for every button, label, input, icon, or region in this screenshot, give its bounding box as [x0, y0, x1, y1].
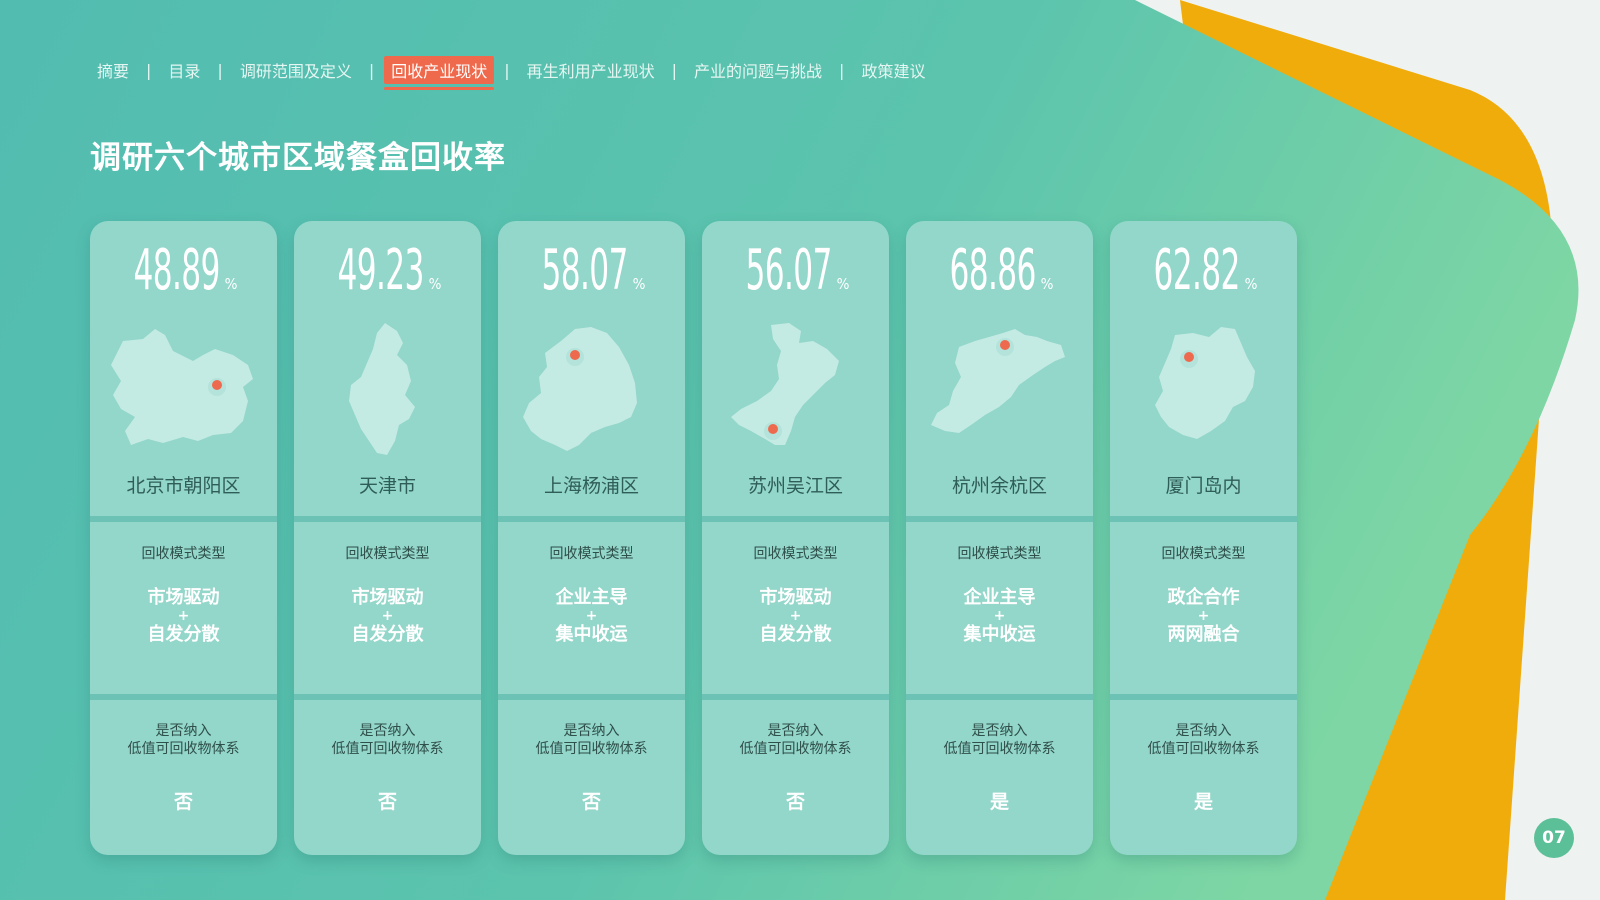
- card-system-section: 是否纳入 低值可回收物体系 否: [702, 700, 889, 855]
- included-value: 否: [581, 791, 601, 813]
- system-label: 是否纳入 低值可回收物体系: [739, 723, 852, 757]
- card-mode-section: 回收模式类型 市场驱动 + 自发分散: [702, 522, 889, 694]
- card-system-section: 是否纳入 低值可回收物体系 是: [906, 700, 1093, 855]
- nav-separator: |: [146, 60, 152, 80]
- card-rate-section: 68.86% 杭州余杭区: [906, 221, 1093, 516]
- nav-item-contents[interactable]: 目录: [161, 56, 207, 84]
- included-value: 否: [173, 791, 193, 813]
- xiamen-island-map-icon: [1155, 327, 1255, 439]
- city-card: 68.86% 杭州余杭区 回收模式类型 企业主导 + 集中收运 是否纳入 低值可回收物…: [906, 221, 1093, 855]
- city-card: 62.82% 厦门岛内 回收模式类型 政企合作 + 两网融合 是否纳入 低值可回收物体…: [1110, 221, 1297, 855]
- mode-value: 市场驱动 + 自发分散: [759, 587, 832, 645]
- card-mode-section: 回收模式类型 政企合作 + 两网融合: [1110, 522, 1297, 694]
- system-label: 是否纳入 低值可回收物体系: [1147, 723, 1260, 757]
- city-name: 杭州余杭区: [951, 475, 1047, 497]
- mode-label: 回收模式类型: [345, 546, 430, 562]
- beijing-chaoyang-map-icon: [111, 329, 253, 445]
- city-card: 49.23% 天津市 回收模式类型 市场驱动 + 自发分散 是否纳入 低值可回收物体系…: [294, 221, 481, 855]
- card-mode-section: 回收模式类型 市场驱动 + 自发分散: [90, 522, 277, 694]
- mode-value: 企业主导 + 集中收运: [963, 587, 1036, 645]
- included-value: 是: [1193, 791, 1213, 813]
- card-mode-section: 回收模式类型 市场驱动 + 自发分散: [294, 522, 481, 694]
- card-rate-section: 56.07% 苏州吴江区: [702, 221, 889, 516]
- mode-value: 政企合作 + 两网融合: [1167, 587, 1240, 645]
- system-label: 是否纳入 低值可回收物体系: [535, 723, 648, 757]
- card-system-section: 是否纳入 低值可回收物体系 否: [90, 700, 277, 855]
- included-value: 是: [989, 791, 1009, 813]
- card-system-section: 是否纳入 低值可回收物体系 是: [1110, 700, 1297, 855]
- city-card: 48.89% 北京市朝阳区 回收模式类型 市场驱动 + 自发分散 是否纳入 低值可回收…: [90, 221, 277, 855]
- nav-item-policy[interactable]: 政策建议: [854, 56, 932, 84]
- suzhou-wujiang-map-icon: [731, 323, 839, 445]
- nav-separator: |: [368, 60, 375, 80]
- mode-label: 回收模式类型: [1161, 546, 1246, 562]
- nav-separator: |: [671, 60, 678, 80]
- card-mode-section: 回收模式类型 企业主导 + 集中收运: [498, 522, 685, 694]
- nav-item-reuse-status[interactable]: 再生利用产业现状: [520, 56, 662, 84]
- recycling-rate: 58.07%: [541, 238, 646, 303]
- card-rate-section: 58.07% 上海杨浦区: [498, 221, 685, 516]
- city-name: 北京市朝阳区: [126, 475, 241, 497]
- card-system-section: 是否纳入 低值可回收物体系 否: [294, 700, 481, 855]
- page-number-badge: 07: [1534, 818, 1574, 858]
- city-name: 上海杨浦区: [543, 475, 639, 497]
- card-system-section: 是否纳入 低值可回收物体系 否: [498, 700, 685, 855]
- top-navigation: 摘要 | 目录 | 调研范围及定义 | 回收产业现状 | 再生利用产业现状 | …: [90, 56, 932, 90]
- page-title: 调研六个城市区域餐盒回收率: [90, 140, 506, 176]
- system-label: 是否纳入 低值可回收物体系: [127, 723, 240, 757]
- city-card: 58.07% 上海杨浦区 回收模式类型 企业主导 + 集中收运 是否纳入 低值可回收物…: [498, 221, 685, 855]
- card-rate-section: 48.89% 北京市朝阳区: [90, 221, 277, 516]
- nav-item-scope[interactable]: 调研范围及定义: [233, 56, 359, 84]
- mode-label: 回收模式类型: [549, 546, 634, 562]
- nav-item-problems[interactable]: 产业的问题与挑战: [687, 56, 829, 84]
- mode-label: 回收模式类型: [141, 546, 226, 562]
- included-value: 否: [377, 791, 397, 813]
- nav-separator: |: [504, 60, 510, 80]
- city-cards: 48.89% 北京市朝阳区 回收模式类型 市场驱动 + 自发分散 是否纳入 低值可回收…: [90, 221, 1297, 855]
- tianjin-map-icon: [349, 323, 415, 455]
- nav-separator: |: [217, 60, 223, 80]
- city-name: 苏州吴江区: [747, 475, 843, 497]
- shanghai-yangpu-map-icon: [523, 327, 637, 451]
- mode-value: 市场驱动 + 自发分散: [147, 587, 220, 645]
- system-label: 是否纳入 低值可回收物体系: [331, 723, 444, 757]
- hangzhou-yuhang-map-icon: [931, 329, 1065, 433]
- recycling-rate: 56.07%: [745, 238, 850, 303]
- recycling-rate: 49.23%: [337, 238, 442, 303]
- city-name: 天津市: [358, 475, 416, 497]
- mode-label: 回收模式类型: [957, 546, 1042, 562]
- card-mode-section: 回收模式类型 企业主导 + 集中收运: [906, 522, 1093, 694]
- recycling-rate: 48.89%: [133, 238, 238, 303]
- recycling-rate: 68.86%: [949, 238, 1054, 303]
- mode-value: 市场驱动 + 自发分散: [351, 587, 424, 645]
- nav-item-recycling-status[interactable]: 回收产业现状: [384, 56, 495, 90]
- nav-separator: |: [839, 60, 845, 80]
- card-rate-section: 49.23% 天津市: [294, 221, 481, 516]
- included-value: 否: [785, 791, 805, 813]
- city-name: 厦门岛内: [1165, 475, 1242, 497]
- system-label: 是否纳入 低值可回收物体系: [943, 723, 1056, 757]
- mode-label: 回收模式类型: [753, 546, 838, 562]
- nav-item-summary[interactable]: 摘要: [90, 56, 136, 84]
- city-card: 56.07% 苏州吴江区 回收模式类型 市场驱动 + 自发分散 是否纳入 低值可回收物…: [702, 221, 889, 855]
- card-rate-section: 62.82% 厦门岛内: [1110, 221, 1297, 516]
- mode-value: 企业主导 + 集中收运: [555, 587, 628, 645]
- recycling-rate: 62.82%: [1153, 238, 1258, 303]
